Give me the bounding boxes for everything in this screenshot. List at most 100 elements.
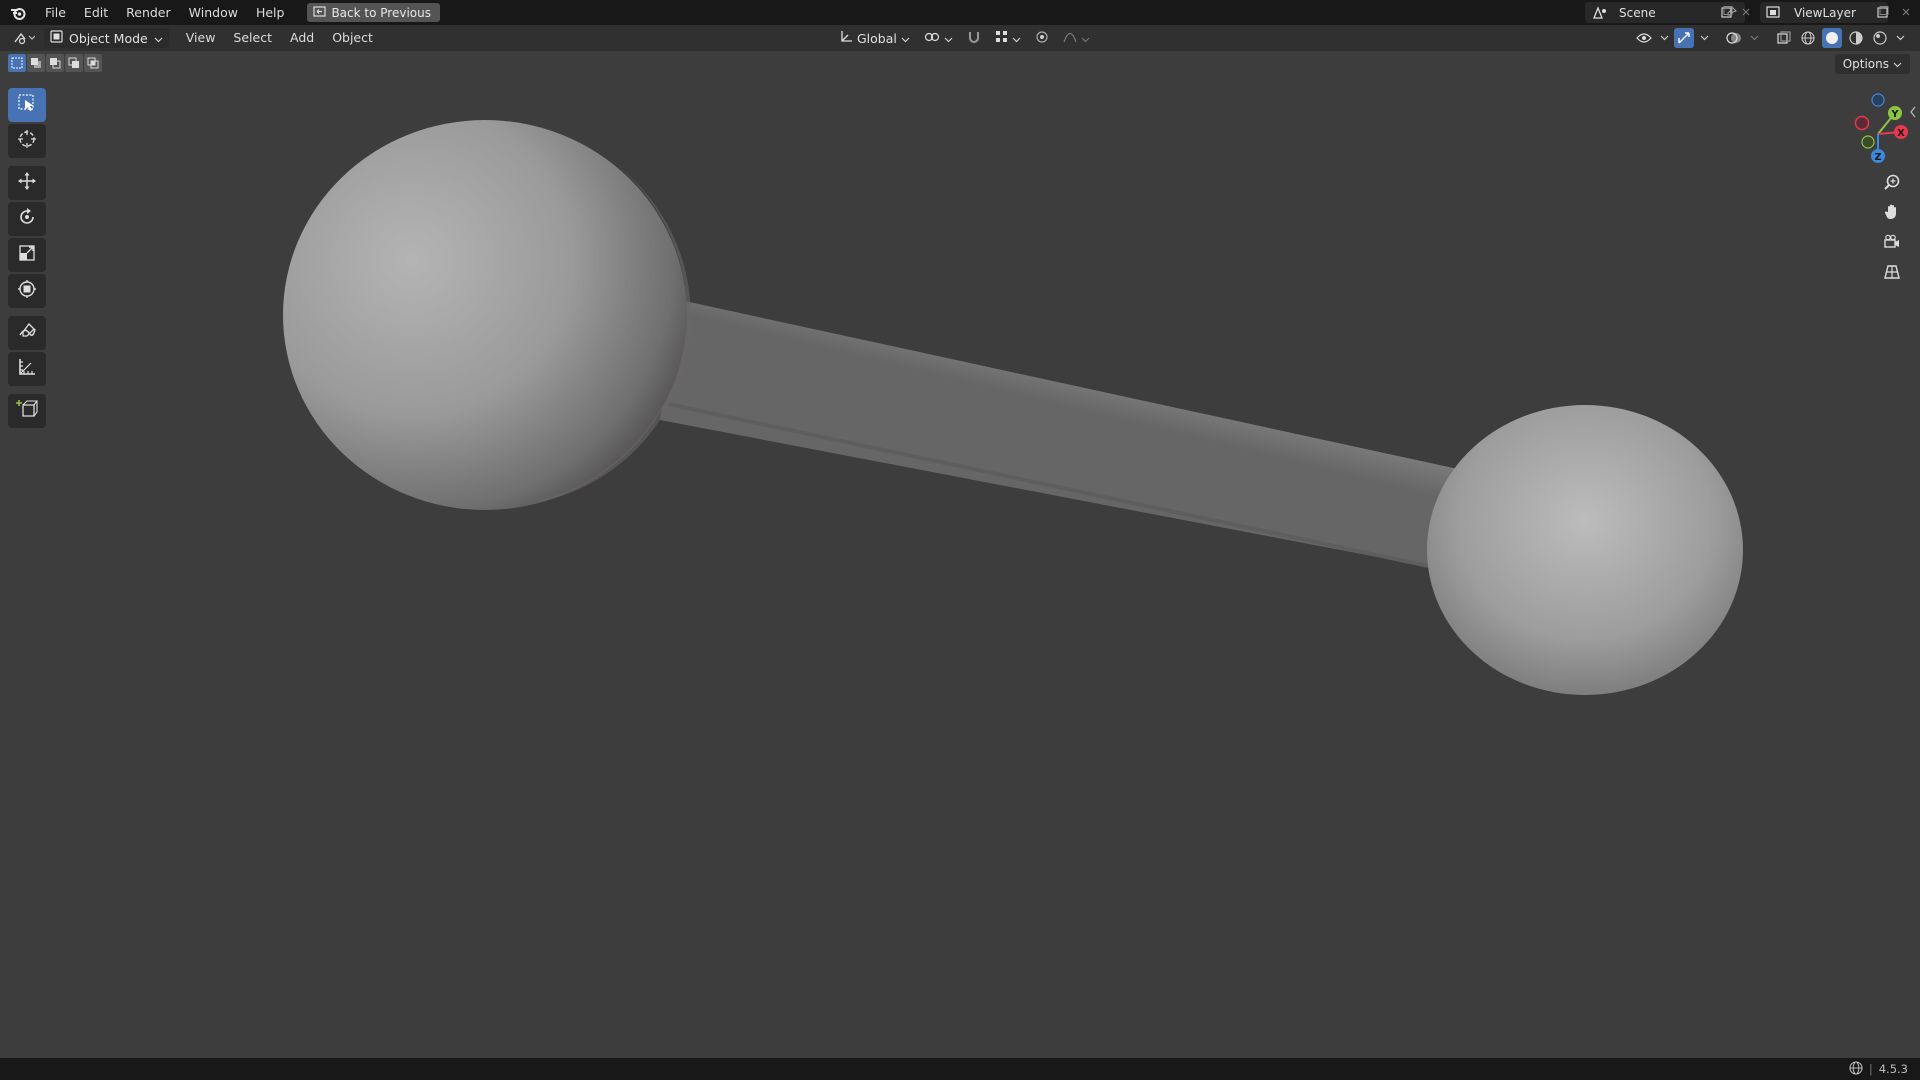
back-to-previous-button[interactable]: Back to Previous: [307, 3, 440, 22]
svg-text:Z: Z: [1874, 152, 1881, 163]
orientation-dropdown[interactable]: Global: [835, 28, 914, 48]
measure-ruler-icon: [17, 357, 37, 381]
new-view-layer-icon[interactable]: [1872, 2, 1892, 22]
scale-icon: [17, 243, 37, 267]
new-scene-icon[interactable]: [1716, 2, 1736, 22]
grid-perspective-icon: [1883, 263, 1901, 285]
3d-viewport[interactable]: [0, 51, 1920, 1058]
chevron-down-icon[interactable]: [1894, 28, 1906, 48]
zoom-magnifier-icon: [1883, 173, 1901, 195]
delete-scene-icon[interactable]: [1736, 2, 1756, 22]
rendered-shading-icon[interactable]: [1870, 28, 1890, 48]
tool-transform[interactable]: [8, 274, 46, 308]
select-box-icon: [17, 93, 37, 117]
gizmo-neg-y[interactable]: [1861, 135, 1875, 149]
selectability-visibility-icon[interactable]: [1634, 28, 1654, 48]
menu-add[interactable]: Add: [281, 25, 323, 51]
proportional-falloff-dropdown[interactable]: [1059, 28, 1094, 48]
cursor-3d-icon: [17, 129, 37, 153]
menu-edit[interactable]: Edit: [75, 0, 117, 25]
global-orientation-icon: [839, 30, 853, 47]
select-invert-icon[interactable]: [65, 54, 83, 72]
falloff-curve-icon: [1063, 31, 1077, 46]
back-to-previous-label: Back to Previous: [331, 5, 431, 20]
network-globe-icon[interactable]: [1849, 1060, 1863, 1078]
menu-render[interactable]: Render: [117, 0, 180, 25]
gizmo-neg-x[interactable]: [1854, 115, 1870, 131]
menu-select[interactable]: Select: [224, 25, 281, 51]
tool-move[interactable]: [8, 166, 46, 200]
select-new-icon[interactable]: [8, 54, 26, 72]
camera-view-button[interactable]: [1878, 230, 1906, 258]
pan-button[interactable]: [1878, 200, 1906, 228]
chevron-down-icon: [1012, 31, 1021, 46]
overlays-toggle-icon[interactable]: [1724, 28, 1744, 48]
menu-file[interactable]: File: [36, 0, 75, 25]
status-separator: |: [1868, 1062, 1873, 1076]
select-intersect-icon[interactable]: [84, 54, 102, 72]
large-sphere[interactable]: [283, 120, 691, 510]
solid-shading-icon[interactable]: [1822, 28, 1842, 48]
sidebar-toggle-chevron-icon[interactable]: [1909, 104, 1917, 118]
zoom-button[interactable]: [1878, 170, 1906, 198]
pivot-point-dropdown[interactable]: [920, 28, 957, 48]
material-preview-shading-icon[interactable]: [1846, 28, 1866, 48]
chevron-down-icon[interactable]: [1658, 28, 1670, 48]
tool-add-cube[interactable]: [8, 394, 46, 428]
add-cube-icon: [16, 398, 39, 424]
proportional-editing-toggle[interactable]: [1031, 28, 1053, 48]
menu-view[interactable]: View: [177, 25, 225, 51]
chevron-down-icon: [901, 31, 910, 46]
tool-scale[interactable]: [8, 238, 46, 272]
chevron-down-icon[interactable]: [1698, 28, 1710, 48]
gizmo-toggle-icon[interactable]: [1674, 28, 1694, 48]
version-label: 4.5.3: [1878, 1062, 1908, 1076]
top-bar: File Edit Render Window Help Back to Pre…: [0, 0, 1920, 25]
proportional-edit-icon: [1035, 30, 1049, 47]
camera-icon: [1883, 233, 1901, 255]
view-layer-name[interactable]: ViewLayer: [1794, 6, 1856, 20]
pivot-point-icon: [924, 30, 940, 47]
chevron-down-icon: [1893, 57, 1902, 71]
delete-view-layer-icon[interactable]: [1896, 2, 1916, 22]
perspective-toggle-button[interactable]: [1878, 260, 1906, 288]
tool-select-box[interactable]: [8, 88, 46, 122]
chevron-down-icon[interactable]: [1748, 28, 1760, 48]
status-bar: | 4.5.3: [0, 1058, 1920, 1080]
tool-cursor[interactable]: [8, 124, 46, 158]
gizmo-neg-z[interactable]: [1871, 93, 1885, 107]
object-mode-dropdown[interactable]: Object Mode: [44, 28, 169, 48]
tool-shelf: [8, 88, 46, 430]
select-subtract-icon[interactable]: [46, 54, 64, 72]
blender-logo-icon[interactable]: [0, 0, 36, 25]
transform-icon: [17, 279, 37, 303]
scene-icon: [1585, 5, 1615, 20]
hand-pan-icon: [1883, 203, 1901, 225]
view-layer-selector[interactable]: ViewLayer: [1760, 2, 1888, 23]
select-extend-icon[interactable]: [27, 54, 45, 72]
menu-object[interactable]: Object: [323, 25, 382, 51]
viewport-display-tools: [1634, 28, 1906, 48]
editor-type-icon[interactable]: [8, 28, 40, 48]
annotate-pencil-icon: [17, 321, 37, 345]
svg-text:X: X: [1897, 128, 1905, 139]
chevron-down-icon: [154, 31, 163, 46]
menu-help[interactable]: Help: [247, 0, 294, 25]
menu-window[interactable]: Window: [180, 0, 247, 25]
snap-toggle[interactable]: [963, 28, 985, 48]
tool-measure[interactable]: [8, 352, 46, 386]
tool-rotate[interactable]: [8, 202, 46, 236]
tool-annotate[interactable]: [8, 316, 46, 350]
cylinder-rod[interactable]: [660, 300, 1510, 577]
options-dropdown[interactable]: Options: [1834, 54, 1910, 74]
orientation-label: Global: [857, 30, 897, 46]
small-sphere[interactable]: [1427, 405, 1743, 695]
svg-text:Y: Y: [1890, 109, 1899, 120]
navigation-gizmo[interactable]: Y X Z: [1830, 90, 1910, 170]
view-layer-icon: [1760, 6, 1786, 19]
snap-target-dropdown[interactable]: [991, 28, 1025, 48]
scene-name[interactable]: Scene: [1619, 6, 1656, 20]
wireframe-shading-icon[interactable]: [1798, 28, 1818, 48]
viewport-navigation-buttons: [1878, 170, 1908, 290]
xray-toggle-icon[interactable]: [1774, 28, 1794, 48]
